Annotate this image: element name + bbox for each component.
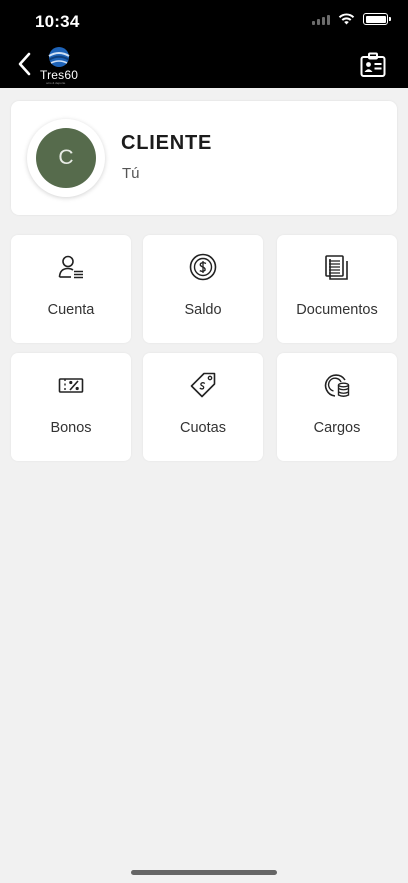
documents-icon	[325, 255, 348, 280]
tile-label: Cargos	[313, 420, 361, 436]
tile-label: Documentos	[296, 302, 378, 318]
tile-label: Saldo	[184, 302, 222, 318]
percent-ticket-icon	[58, 378, 84, 393]
wifi-icon	[338, 13, 355, 25]
dollar-coin-icon	[189, 253, 217, 281]
tile-label: Cuotas	[180, 420, 226, 436]
contact-card-icon[interactable]	[360, 52, 386, 78]
back-chevron-icon[interactable]	[14, 50, 36, 78]
profile-role: Tú	[122, 165, 140, 182]
top-bar: 10:34 Tres60 ocio & deporte	[0, 0, 408, 88]
profile-card: C CLIENTE Tú	[11, 101, 397, 215]
coins-stack-icon	[324, 374, 350, 397]
tile-label: Bonos	[50, 420, 92, 436]
user-list-icon	[58, 255, 83, 279]
profile-name: CLIENTE	[121, 132, 213, 154]
tile-label: Cuenta	[47, 302, 95, 318]
cellular-signal-icon	[312, 13, 330, 25]
avatar: C	[36, 128, 96, 188]
status-time: 10:34	[35, 12, 80, 31]
tile-cargos[interactable]: Cargos	[277, 353, 397, 461]
avatar-ring: C	[27, 119, 105, 197]
home-indicator	[131, 870, 277, 875]
logo-subtext: ocio & deporte	[46, 81, 66, 85]
status-icons	[312, 13, 391, 25]
tile-saldo[interactable]: Saldo	[143, 235, 263, 343]
price-tag-icon	[190, 372, 216, 398]
tile-cuotas[interactable]: Cuotas	[143, 353, 263, 461]
tile-documentos[interactable]: Documentos	[277, 235, 397, 343]
battery-icon	[363, 13, 391, 25]
tile-cuenta[interactable]: Cuenta	[11, 235, 131, 343]
tile-bonos[interactable]: Bonos	[11, 353, 131, 461]
logo-text: Tres60	[40, 68, 79, 82]
